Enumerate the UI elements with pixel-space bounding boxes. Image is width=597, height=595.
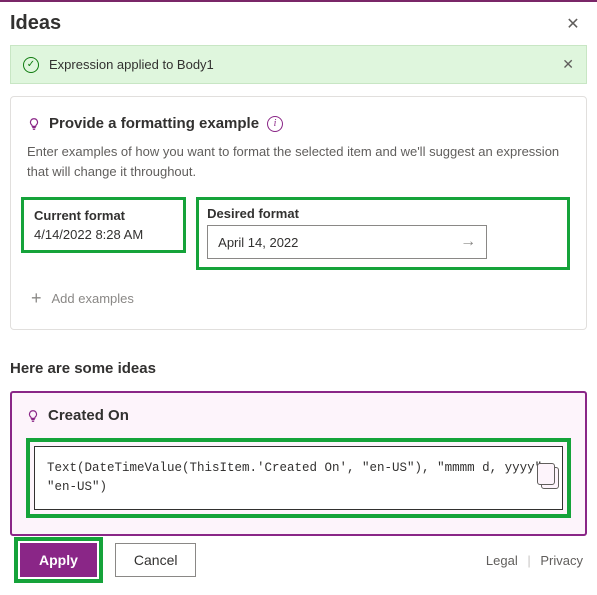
idea-title: Created On — [48, 407, 129, 424]
close-icon[interactable]: ✕ — [563, 14, 583, 34]
apply-button[interactable]: Apply — [20, 543, 97, 577]
check-circle-icon: ✓ — [23, 57, 39, 73]
add-examples-button[interactable]: + Add examples — [27, 288, 570, 309]
current-format-value: 4/14/2022 8:28 AM — [34, 227, 143, 242]
current-format-box: Current format 4/14/2022 8:28 AM — [21, 197, 186, 253]
desired-format-label: Desired format — [207, 206, 559, 221]
card-description: Enter examples of how you want to format… — [27, 142, 570, 181]
panel-title: Ideas — [10, 12, 61, 35]
info-icon[interactable]: i — [267, 116, 283, 132]
add-examples-label: Add examples — [52, 291, 134, 306]
idea-card[interactable]: Created On Text(DateTimeValue(ThisItem.'… — [10, 391, 587, 536]
arrow-right-icon: → — [460, 233, 476, 251]
formatting-card: Provide a formatting example i Enter exa… — [10, 96, 587, 330]
desired-format-input[interactable]: April 14, 2022 → — [207, 225, 487, 259]
copy-icon[interactable] — [541, 467, 559, 489]
ideas-heading: Here are some ideas — [10, 360, 587, 377]
banner-message: Expression applied to Body1 — [49, 57, 214, 72]
plus-icon: + — [31, 288, 42, 309]
separator: | — [527, 553, 530, 568]
expression-text[interactable]: Text(DateTimeValue(ThisItem.'Created On'… — [34, 446, 563, 510]
expression-highlight: Text(DateTimeValue(ThisItem.'Created On'… — [26, 438, 571, 518]
apply-highlight: Apply — [14, 537, 103, 583]
success-banner: ✓ Expression applied to Body1 ✕ — [10, 45, 587, 84]
privacy-link[interactable]: Privacy — [540, 553, 583, 568]
panel-header: Ideas ✕ — [0, 2, 597, 45]
card-title: Provide a formatting example — [49, 115, 259, 132]
banner-close-icon[interactable]: ✕ — [562, 56, 574, 73]
footer: Apply Cancel Legal | Privacy — [0, 537, 597, 583]
cancel-button[interactable]: Cancel — [115, 543, 197, 577]
desired-format-box: Desired format April 14, 2022 → — [196, 197, 570, 270]
footer-links: Legal | Privacy — [486, 553, 583, 568]
lightbulb-icon — [26, 409, 40, 423]
current-format-label: Current format — [34, 208, 143, 223]
lightbulb-icon — [27, 117, 41, 131]
desired-format-value: April 14, 2022 — [218, 235, 298, 250]
legal-link[interactable]: Legal — [486, 553, 518, 568]
